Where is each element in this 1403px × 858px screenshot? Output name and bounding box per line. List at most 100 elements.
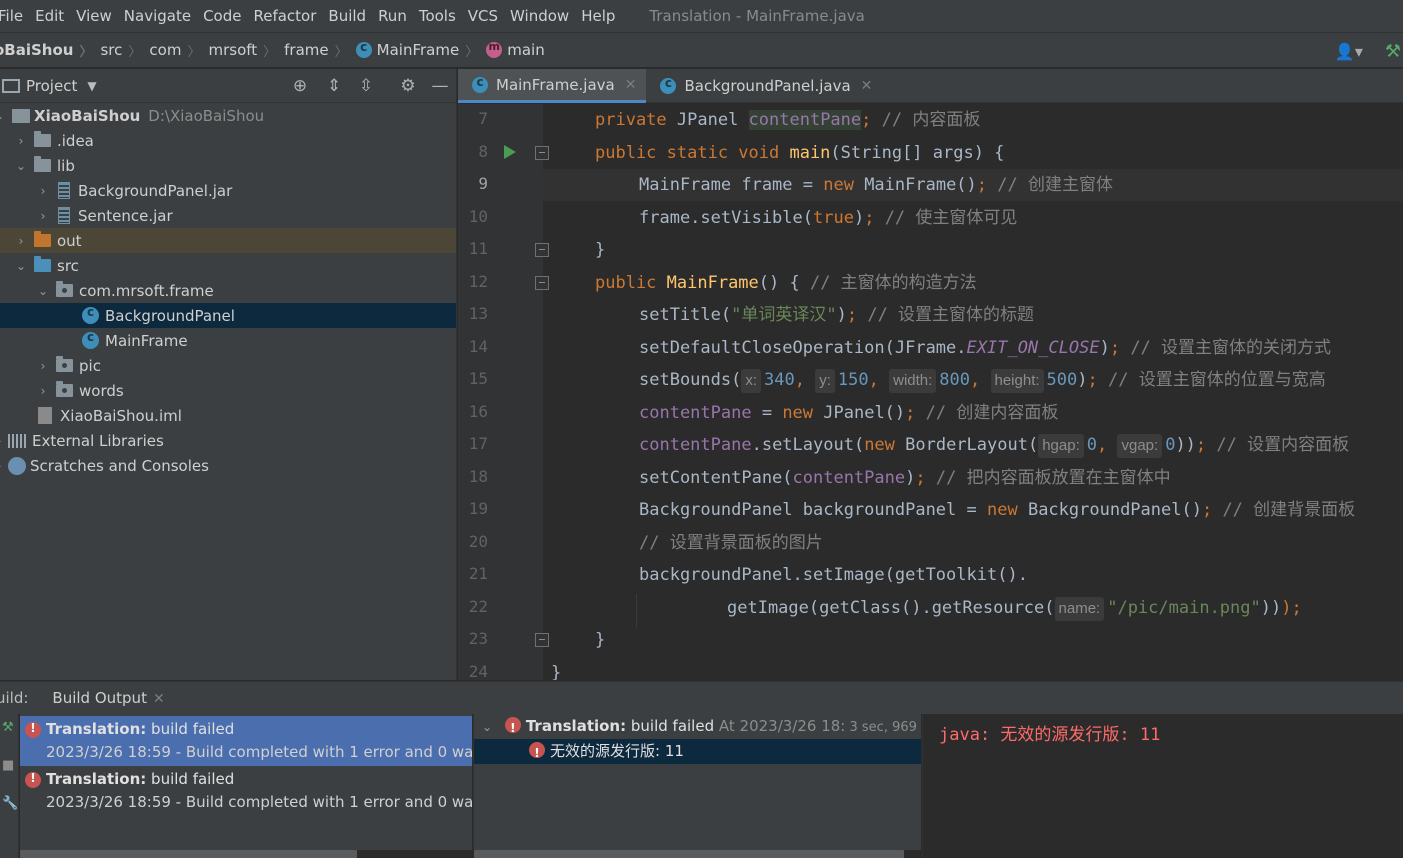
chevron-down-icon[interactable]: ⌄	[14, 259, 28, 273]
horizontal-scrollbar[interactable]	[20, 850, 357, 858]
close-icon[interactable]: ✕	[153, 691, 165, 707]
code-token: ;	[846, 305, 858, 325]
menu-refactor[interactable]: Refactor	[247, 0, 322, 32]
parameter-hint: y:	[815, 369, 835, 393]
code-token: ))	[1260, 598, 1282, 618]
breadcrumb-com[interactable]: com 〉	[149, 32, 208, 68]
build-entry-title: Translation: build failed	[46, 720, 234, 738]
breadcrumb-project[interactable]: oBaiShou 〉	[0, 32, 100, 68]
user-icon[interactable]: 👤▾	[1335, 42, 1363, 61]
chevron-down-icon[interactable]: ⌄	[0, 109, 6, 123]
tree-item-backgroundpanel-jar[interactable]: › BackgroundPanel.jar	[0, 178, 456, 203]
line-number: 7	[478, 109, 488, 128]
line-number: 17	[468, 434, 488, 453]
parameter-hint: name:	[1054, 597, 1105, 621]
tab-build-output[interactable]: Build Output ✕	[50, 682, 166, 715]
code-line-16: contentPane = new JPanel(); // 创建内容面板	[639, 397, 1058, 429]
code-line-18: setContentPane(contentPane); // 把内容面板放置在…	[639, 462, 1171, 494]
line-number: 18	[468, 467, 488, 486]
chevron-right-icon[interactable]: ›	[36, 384, 50, 398]
tree-label: pic	[79, 356, 101, 375]
wrench-icon[interactable]: 🔧	[2, 796, 18, 811]
code-token: new	[987, 500, 1018, 520]
breadcrumb-mrsoft[interactable]: mrsoft 〉	[208, 32, 284, 68]
expand-all-icon[interactable]: ⇕	[324, 76, 344, 96]
tree-item-mainframe[interactable]: MainFrame	[0, 328, 456, 353]
code-token: ;	[1109, 338, 1121, 358]
menu-edit[interactable]: Edit	[29, 0, 70, 32]
menu-vcs[interactable]: VCS	[462, 0, 504, 32]
menu-code[interactable]: Code	[197, 0, 247, 32]
excluded-folder-icon	[34, 231, 51, 247]
menu-window[interactable]: Window	[504, 0, 575, 32]
build-entry[interactable]: Translation: build failed 2023/3/26 18:5…	[20, 766, 472, 816]
chevron-right-icon[interactable]: ›	[36, 209, 50, 223]
menu-view[interactable]: View	[70, 0, 118, 32]
fold-icon[interactable]	[535, 633, 549, 647]
gear-icon[interactable]: ⚙	[398, 76, 418, 96]
fold-icon[interactable]	[535, 276, 549, 290]
project-view-selector[interactable]: Project	[26, 77, 77, 95]
menu-run[interactable]: Run	[372, 0, 413, 32]
code-editor[interactable]: 7 8 9 10 11 12 13 14 15 16 17 18 19 20 2…	[458, 104, 1403, 680]
build-duration: 3 sec, 969 ms	[849, 720, 921, 735]
tree-item-iml[interactable]: XiaoBaiShou.iml	[0, 403, 456, 428]
tree-item-sentence-jar[interactable]: › Sentence.jar	[0, 203, 456, 228]
chevron-down-icon[interactable]: ⌄	[36, 284, 50, 298]
stop-icon[interactable]: ■	[2, 758, 14, 773]
tree-item-backgroundpanel[interactable]: BackgroundPanel	[0, 303, 456, 328]
code-token: ;	[976, 175, 988, 195]
chevron-down-icon[interactable]: ⌄	[482, 720, 492, 734]
menu-file[interactable]: File	[0, 0, 29, 32]
hammer-icon[interactable]: ⚒	[2, 720, 14, 735]
breadcrumb-mainframe[interactable]: MainFrame 〉	[355, 32, 487, 68]
build-console[interactable]: java: 无效的源发行版: 11	[922, 714, 1403, 858]
line-number: 20	[468, 532, 488, 551]
tree-item-out[interactable]: › out	[0, 228, 456, 253]
close-icon[interactable]: ✕	[861, 78, 873, 94]
tree-item-scratches[interactable]: › Scratches and Consoles	[0, 453, 456, 478]
locate-icon[interactable]: ⊕	[290, 76, 310, 96]
breadcrumb-frame[interactable]: frame 〉	[284, 32, 356, 68]
breadcrumb-main[interactable]: main	[486, 32, 545, 68]
chevron-right-icon[interactable]: ›	[36, 359, 50, 373]
code-token: ;	[1087, 370, 1098, 390]
code-token: new	[782, 403, 814, 423]
fold-icon[interactable]	[535, 146, 549, 160]
tree-item-idea[interactable]: › .idea	[0, 128, 456, 153]
menu-build[interactable]: Build	[322, 0, 372, 32]
scratches-icon	[8, 456, 26, 475]
hammer-icon[interactable]: ⚒	[1385, 41, 1401, 62]
build-entry[interactable]: Translation: build failed 2023/3/26 18:5…	[20, 716, 472, 766]
tree-item-root[interactable]: ⌄ XiaoBaiShou D:\XiaoBaiShou	[0, 103, 456, 128]
tree-item-src[interactable]: ⌄ src	[0, 253, 456, 278]
tab-backgroundpanel-java[interactable]: BackgroundPanel.java ✕	[646, 69, 882, 103]
menu-tools[interactable]: Tools	[413, 0, 462, 32]
build-tree-error[interactable]: 无效的源发行版: 11	[474, 739, 921, 764]
tree-item-pic[interactable]: › pic	[0, 353, 456, 378]
tree-item-words[interactable]: › words	[0, 378, 456, 403]
minimize-icon[interactable]: —	[430, 76, 450, 96]
chevron-right-icon[interactable]: ›	[36, 184, 50, 198]
code-token: setBounds(	[639, 370, 742, 390]
chevron-right-icon[interactable]: ›	[0, 459, 6, 473]
tree-item-lib[interactable]: ⌄ lib	[0, 153, 456, 178]
code-token: contentPane	[639, 435, 752, 455]
menu-help[interactable]: Help	[575, 0, 621, 32]
menu-navigate[interactable]: Navigate	[118, 0, 197, 32]
collapse-all-icon[interactable]: ⇳	[356, 76, 376, 96]
fold-icon[interactable]	[535, 243, 549, 257]
chevron-right-icon[interactable]: ›	[14, 234, 28, 248]
chevron-down-icon[interactable]: ⌄	[14, 159, 28, 173]
build-tree-root[interactable]: ⌄ Translation: build failed At 2023/3/26…	[474, 714, 921, 739]
close-icon[interactable]: ✕	[625, 77, 637, 93]
tree-item-external-libraries[interactable]: › External Libraries	[0, 428, 456, 453]
horizontal-scrollbar[interactable]	[474, 850, 904, 858]
tree-item-package[interactable]: ⌄ com.mrsoft.frame	[0, 278, 456, 303]
breadcrumb-src[interactable]: src 〉	[100, 32, 149, 68]
run-icon[interactable]	[504, 145, 516, 159]
chevron-right-icon[interactable]: ›	[0, 434, 6, 448]
chevron-down-icon[interactable]: ▼	[87, 79, 96, 93]
tab-mainframe-java[interactable]: MainFrame.java ✕	[458, 69, 647, 103]
chevron-right-icon[interactable]: ›	[14, 134, 28, 148]
